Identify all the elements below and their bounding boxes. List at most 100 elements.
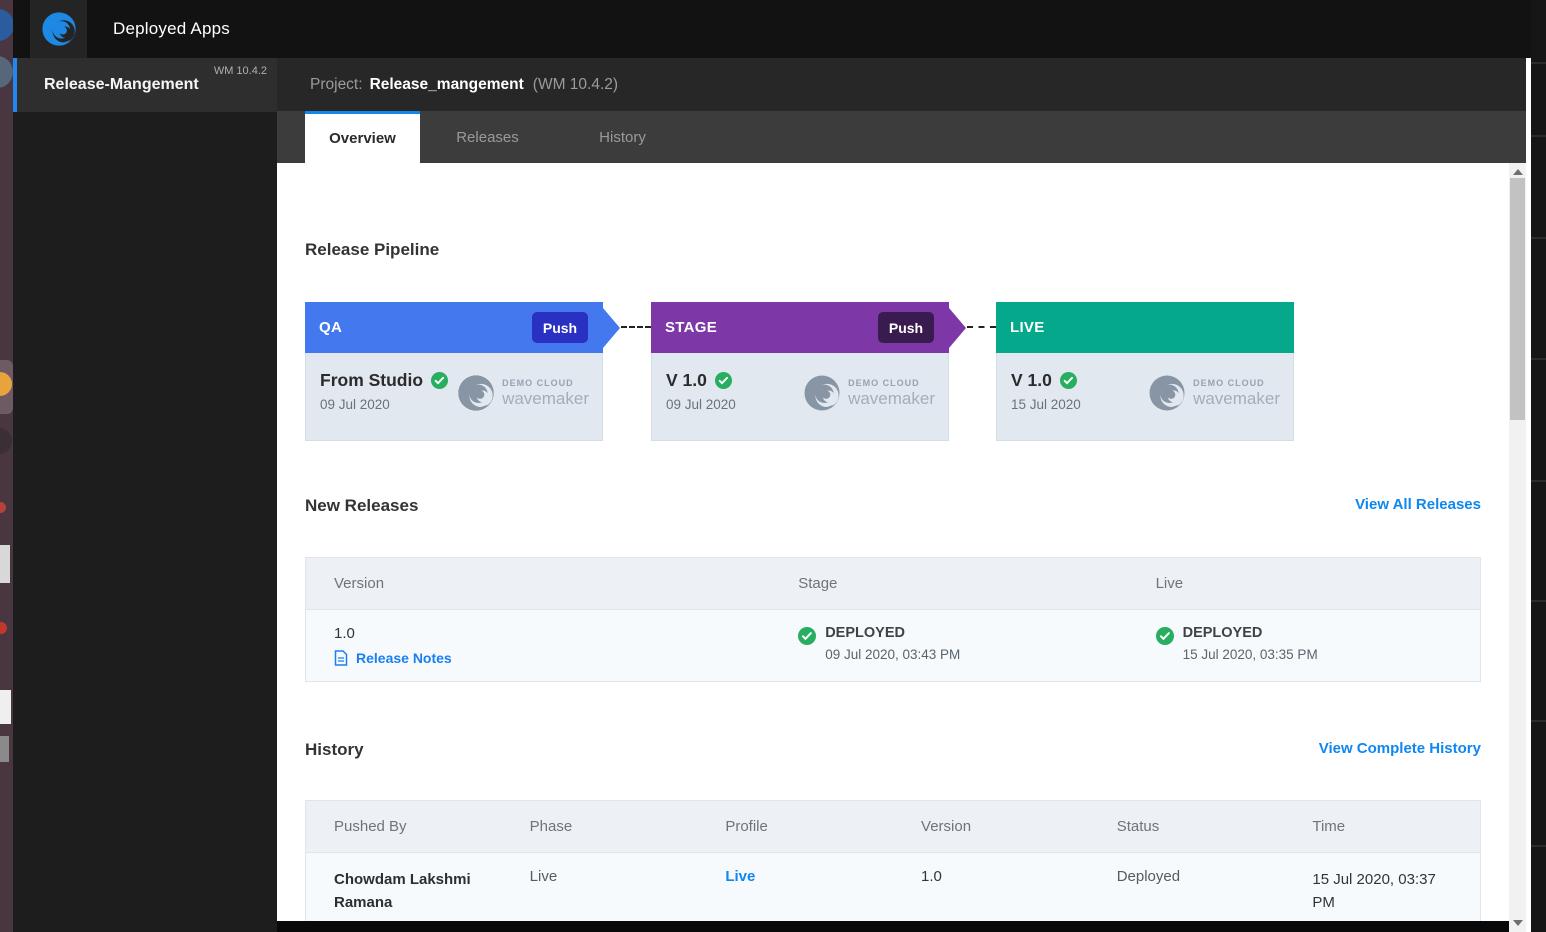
new-releases-table-row: 1.0 Release Notes DEPLOYED 09 Jul 202 bbox=[306, 610, 1480, 681]
document-icon bbox=[334, 650, 348, 666]
pipeline-connector bbox=[621, 326, 651, 328]
pipeline-card-live: LIVE V 1.0 15 Jul 2020 bbox=[996, 302, 1294, 441]
success-check-icon bbox=[798, 627, 816, 645]
wavemaker-cloud-icon bbox=[1147, 373, 1187, 413]
history-time: 15 Jul 2020, 03:37 PM bbox=[1312, 868, 1442, 915]
column-header-pushed-by: Pushed By bbox=[306, 801, 502, 852]
history-version: 1.0 bbox=[893, 853, 1089, 930]
deploy-date-label: 09 Jul 2020 bbox=[666, 397, 736, 412]
dock-notification-dot bbox=[0, 502, 6, 513]
wavemaker-cloud-icon bbox=[802, 373, 842, 413]
new-releases-table-header: Version Stage Live bbox=[306, 558, 1480, 610]
overview-panel: Release Pipeline QA Push From Studio 09 … bbox=[277, 163, 1509, 932]
stage-name-label: STAGE bbox=[665, 319, 717, 336]
live-deploy-time: 15 Jul 2020, 03:35 PM bbox=[1183, 647, 1318, 662]
column-header-live: Live bbox=[1128, 558, 1480, 609]
new-releases-heading: New Releases bbox=[305, 496, 418, 516]
dock-icon-fragment[interactable] bbox=[0, 428, 12, 454]
dock-icon-fragment[interactable] bbox=[0, 736, 9, 762]
dock-icon-fragment[interactable] bbox=[0, 690, 11, 724]
history-table-row: Chowdam Lakshmi Ramana Live Live 1.0 Dep… bbox=[306, 853, 1480, 930]
stage-status: DEPLOYED bbox=[825, 625, 960, 641]
release-notes-label: Release Notes bbox=[356, 650, 452, 666]
history-status: Deployed bbox=[1089, 853, 1285, 930]
history-pushed-by: Chowdam Lakshmi Ramana bbox=[334, 868, 494, 915]
dock-strip bbox=[0, 0, 13, 932]
scroll-down-arrow-icon[interactable] bbox=[1513, 920, 1523, 926]
tab-bar: Overview Releases History bbox=[277, 111, 1526, 163]
wavemaker-label: wavemaker bbox=[502, 389, 589, 409]
wavemaker-label: wavemaker bbox=[1193, 389, 1280, 409]
app-window: Deployed Apps Release-Mangement WM 10.4.… bbox=[0, 0, 1546, 932]
pipeline-card-qa: QA Push From Studio 09 Jul 2020 bbox=[305, 302, 603, 441]
demo-cloud-label: DEMO CLOUD bbox=[1193, 378, 1280, 388]
pipeline-card-stage: STAGE Push V 1.0 09 Jul 2020 bbox=[651, 302, 949, 441]
pipeline-card-stage-body: V 1.0 09 Jul 2020 bbox=[651, 353, 949, 441]
pipeline-card-live-body: V 1.0 15 Jul 2020 bbox=[996, 353, 1294, 441]
page-title: Deployed Apps bbox=[113, 0, 230, 58]
deployed-version-label: V 1.0 bbox=[1011, 370, 1052, 391]
tab-history[interactable]: History bbox=[555, 111, 690, 163]
history-table: Pushed By Phase Profile Version Status T… bbox=[305, 800, 1481, 931]
dock-icon-fragment[interactable] bbox=[0, 9, 13, 41]
column-header-time: Time bbox=[1284, 801, 1480, 852]
pipeline-connector bbox=[967, 326, 996, 328]
push-button-stage[interactable]: Push bbox=[878, 312, 934, 343]
history-heading: History bbox=[305, 740, 364, 760]
history-phase: Live bbox=[502, 853, 698, 930]
wavemaker-label: wavemaker bbox=[848, 389, 935, 409]
history-table-header: Pushed By Phase Profile Version Status T… bbox=[306, 801, 1480, 853]
dock-notification-dot bbox=[0, 622, 7, 634]
sidebar-item-project[interactable]: Release-Mangement WM 10.4.2 bbox=[13, 58, 277, 112]
bottom-edge-strip bbox=[277, 921, 1509, 932]
demo-cloud-badge: DEMO CLOUD wavemaker bbox=[1147, 373, 1280, 413]
wavemaker-logo-tile[interactable] bbox=[30, 0, 87, 58]
column-header-phase: Phase bbox=[502, 801, 698, 852]
deployed-version-label: V 1.0 bbox=[666, 370, 707, 391]
demo-cloud-label: DEMO CLOUD bbox=[502, 378, 589, 388]
history-profile-link[interactable]: Live bbox=[725, 868, 755, 885]
view-complete-history-link[interactable]: View Complete History bbox=[1319, 740, 1481, 757]
stage-name-label: QA bbox=[319, 319, 342, 336]
deploy-date-label: 09 Jul 2020 bbox=[320, 397, 390, 412]
success-check-icon bbox=[1156, 627, 1174, 645]
release-version: 1.0 bbox=[334, 625, 770, 642]
tab-overview[interactable]: Overview bbox=[305, 111, 420, 163]
dock-icon-fragment[interactable] bbox=[0, 545, 10, 583]
view-all-releases-link[interactable]: View All Releases bbox=[1355, 496, 1481, 513]
vertical-scrollbar[interactable] bbox=[1509, 163, 1526, 932]
live-status: DEPLOYED bbox=[1183, 625, 1318, 641]
sidebar: Release-Mangement WM 10.4.2 bbox=[13, 58, 277, 932]
wavemaker-logo-icon bbox=[40, 10, 78, 48]
wavemaker-cloud-icon bbox=[456, 373, 496, 413]
scrollbar-thumb[interactable] bbox=[1510, 178, 1525, 420]
column-header-version: Version bbox=[306, 558, 770, 609]
column-header-profile: Profile bbox=[697, 801, 893, 852]
top-bar: Deployed Apps bbox=[13, 0, 1546, 58]
column-header-version: Version bbox=[893, 801, 1089, 852]
project-name: Release_mangement bbox=[370, 76, 524, 94]
demo-cloud-label: DEMO CLOUD bbox=[848, 378, 935, 388]
deploy-date-label: 15 Jul 2020 bbox=[1011, 397, 1081, 412]
pipeline-card-qa-header: QA Push bbox=[305, 302, 603, 353]
project-header: Project: Release_mangement (WM 10.4.2) bbox=[277, 58, 1526, 111]
dock-icon-fragment[interactable] bbox=[0, 56, 13, 88]
tab-releases[interactable]: Releases bbox=[420, 111, 555, 163]
sidebar-project-name: Release-Mangement bbox=[44, 76, 199, 94]
scroll-up-arrow-icon[interactable] bbox=[1513, 169, 1523, 175]
success-check-icon bbox=[431, 372, 448, 389]
pipeline-card-live-header: LIVE bbox=[996, 302, 1294, 353]
stage-name-label: LIVE bbox=[1010, 319, 1045, 336]
new-releases-table: Version Stage Live 1.0 Release Notes bbox=[305, 557, 1481, 682]
push-button-qa[interactable]: Push bbox=[532, 312, 588, 343]
sidebar-project-version-badge: WM 10.4.2 bbox=[214, 65, 267, 77]
project-label: Project: bbox=[310, 76, 363, 94]
stage-arrow-icon bbox=[949, 308, 966, 348]
pipeline-card-qa-body: From Studio 09 Jul 2020 bbox=[305, 353, 603, 441]
stage-deploy-time: 09 Jul 2020, 03:43 PM bbox=[825, 647, 960, 662]
success-check-icon bbox=[1060, 372, 1077, 389]
stage-arrow-icon bbox=[603, 308, 620, 348]
release-notes-link[interactable]: Release Notes bbox=[334, 650, 770, 666]
background-window-strip bbox=[1531, 0, 1546, 932]
column-header-status: Status bbox=[1089, 801, 1285, 852]
